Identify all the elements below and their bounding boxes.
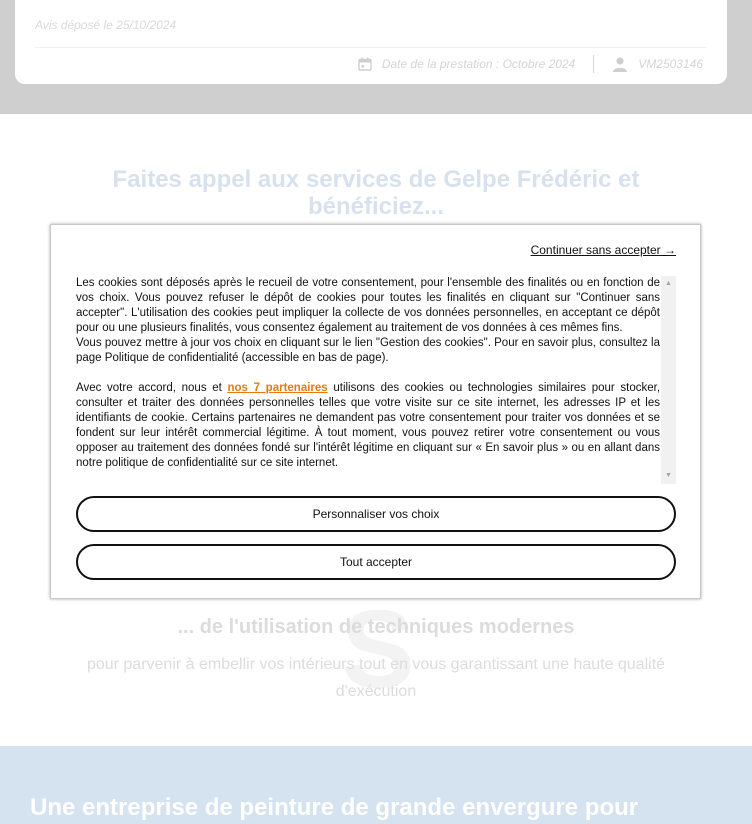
consent-text[interactable]: Les cookies sont déposés après le recuei… xyxy=(76,276,660,484)
meta-separator xyxy=(593,55,595,73)
scroll-up-icon[interactable]: ▲ xyxy=(661,278,676,290)
bottom-band: Une entreprise de peinture de grande env… xyxy=(0,746,752,824)
review-meta: Date de la prestation : Octobre 2024 VM2… xyxy=(358,54,703,74)
continue-without-accepting-link[interactable]: Continuer sans accepter → xyxy=(531,243,676,257)
consent-paragraph-2: Vous pouvez mettre à jour vos choix en c… xyxy=(76,337,660,364)
consent-scrollbar[interactable]: ▲ ▼ xyxy=(661,276,676,484)
paragraph-3-lead: Avec votre accord, nous et xyxy=(76,382,228,394)
consent-paragraph-3: Avec votre accord, nous et nos 7 partena… xyxy=(76,381,660,471)
service-date: Date de la prestation : Octobre 2024 xyxy=(381,57,576,71)
accept-all-button[interactable]: Tout accepter xyxy=(76,544,676,580)
scroll-down-icon[interactable]: ▼ xyxy=(661,470,676,482)
user-icon xyxy=(612,56,628,72)
paragraph-3-rest: utilisons des cookies ou technologies si… xyxy=(76,382,660,469)
review-posted-date: Avis déposé le 25/10/2024 xyxy=(35,18,177,32)
review-card: Avis déposé le 25/10/2024 Date de la pre… xyxy=(15,0,727,84)
calendar-icon xyxy=(358,57,372,71)
cookie-consent-modal: Continuer sans accepter → Les cookies so… xyxy=(50,224,701,599)
section-subheading: ... de l'utilisation de techniques moder… xyxy=(177,616,575,638)
section-title: Faites appel aux services de Gelpe Frédé… xyxy=(112,166,640,220)
reviewer-id: VM2503146 xyxy=(638,57,703,71)
section-subtext: pour parvenir à embellir vos intérieurs … xyxy=(86,656,666,700)
consent-paragraph-1: Les cookies sont déposés après le recuei… xyxy=(76,277,660,334)
review-divider xyxy=(35,47,707,48)
bottom-title: Une entreprise de peinture de grande env… xyxy=(30,794,639,821)
reviews-band: Avis déposé le 25/10/2024 Date de la pre… xyxy=(0,0,752,114)
partners-link[interactable]: nos 7 partenaires xyxy=(228,382,328,394)
customize-choices-button[interactable]: Personnaliser vos choix xyxy=(76,496,676,532)
